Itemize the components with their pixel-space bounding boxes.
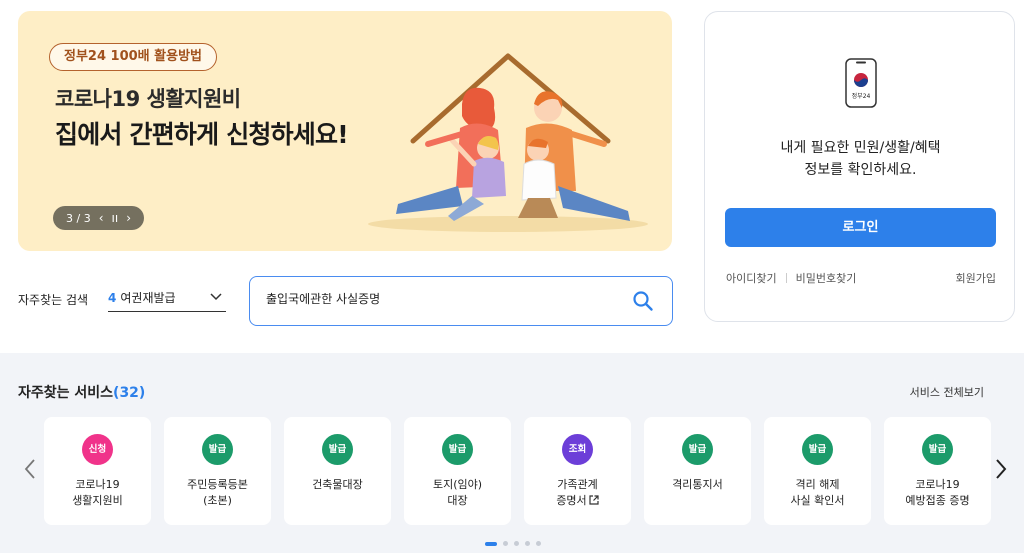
- service-card-land-register[interactable]: 발급 토지(임야) 대장: [404, 417, 511, 525]
- carousel-dot[interactable]: [514, 541, 519, 546]
- select-value: 여권재발급: [120, 291, 176, 305]
- carousel-dot[interactable]: [525, 541, 530, 546]
- service-label: 주민등록등본 (초본): [187, 478, 248, 507]
- service-card-quarantine-release[interactable]: 발급 격리 해제 사실 확인서: [764, 417, 871, 525]
- service-badge: 발급: [922, 434, 953, 465]
- chevron-right-icon[interactable]: ›: [126, 211, 131, 225]
- login-description: 내게 필요한 민원/생활/혜택 정보를 확인하세요.: [705, 137, 1016, 181]
- login-desc-line2: 정보를 확인하세요.: [804, 162, 917, 178]
- service-label: 격리통지서: [672, 478, 723, 491]
- search-icon[interactable]: [632, 290, 654, 312]
- service-label: 토지(임야) 대장: [432, 478, 483, 507]
- service-badge: 발급: [202, 434, 233, 465]
- signup-link[interactable]: 회원가입: [956, 270, 996, 286]
- external-link-icon: [589, 495, 599, 505]
- find-password-link[interactable]: 비밀번호찾기: [796, 270, 857, 286]
- search-box: [249, 276, 673, 326]
- login-desc-line1: 내게 필요한 민원/생활/혜택: [780, 140, 941, 156]
- banner-tag: 정부24 100배 활용방법: [49, 43, 217, 71]
- login-panel: 정부24 내게 필요한 민원/생활/혜택 정보를 확인하세요. 로그인 아이디찾…: [704, 11, 1015, 322]
- service-badge: 신청: [82, 434, 113, 465]
- service-badge: 발급: [322, 434, 353, 465]
- link-divider: [785, 273, 787, 283]
- view-all-services-link[interactable]: 서비스 전체보기: [910, 384, 984, 400]
- service-label: 격리 해제 사실 확인서: [790, 478, 845, 507]
- service-label: 코로나19 생활지원비: [72, 478, 123, 507]
- carousel-prev-icon[interactable]: [22, 458, 38, 480]
- service-card-building-register[interactable]: 발급 건축물대장: [284, 417, 391, 525]
- carousel-dot-active[interactable]: [485, 541, 497, 546]
- promo-banner[interactable]: 정부24 100배 활용방법 코로나19 생활지원비 집에서 간편하게 신청하세…: [18, 11, 672, 251]
- service-label: 코로나19 예방접종 증명: [905, 478, 970, 507]
- banner-title-line2: 집에서 간편하게 신청하세요!: [55, 120, 349, 149]
- services-count: (32): [113, 385, 146, 401]
- carousel-next-icon[interactable]: [993, 458, 1009, 480]
- banner-pager-text: 3 / 3: [66, 211, 91, 225]
- banner-pager-control: 3 / 3 ‹ ıı ›: [53, 206, 144, 230]
- frequent-search-label: 자주찾는 검색: [18, 293, 89, 307]
- login-button[interactable]: 로그인: [725, 208, 996, 247]
- service-badge: 발급: [682, 434, 713, 465]
- login-links: 아이디찾기 비밀번호찾기 회원가입: [726, 270, 996, 286]
- service-cards: 신청 코로나19 생활지원비 발급 주민등록등본 (초본) 발급 건축물대장 발…: [44, 417, 991, 525]
- service-label: 가족관계 증명서: [528, 477, 627, 509]
- frequent-services-section: 자주찾는 서비스(32) 서비스 전체보기 신청 코로나19 생활지원비 발급 …: [0, 353, 1024, 553]
- search-input[interactable]: [266, 291, 606, 305]
- chevron-down-icon: [210, 293, 222, 301]
- carousel-dot[interactable]: [503, 541, 508, 546]
- chevron-left-icon[interactable]: ‹: [99, 211, 104, 225]
- services-title: 자주찾는 서비스(32): [18, 382, 145, 402]
- frequent-search-select[interactable]: 4 여권재발급: [108, 285, 226, 312]
- carousel-dot[interactable]: [536, 541, 541, 546]
- pause-icon[interactable]: ıı: [112, 211, 119, 225]
- service-card-vaccination-certificate[interactable]: 발급 코로나19 예방접종 증명: [884, 417, 991, 525]
- carousel-pagination: [485, 541, 541, 546]
- select-rank: 4: [108, 291, 117, 305]
- service-card-covid-support[interactable]: 신청 코로나19 생활지원비: [44, 417, 151, 525]
- family-house-illustration: [368, 53, 648, 232]
- services-title-text: 자주찾는 서비스: [18, 385, 114, 401]
- banner-title-line1: 코로나19 생활지원비: [55, 87, 241, 111]
- find-id-link[interactable]: 아이디찾기: [726, 270, 777, 286]
- service-badge: 조회: [562, 434, 593, 465]
- gov24-phone-icon: 정부24: [845, 58, 877, 108]
- service-label: 건축물대장: [312, 478, 363, 491]
- service-card-family-certificate[interactable]: 조회 가족관계 증명서: [524, 417, 631, 525]
- service-card-quarantine-notice[interactable]: 발급 격리통지서: [644, 417, 751, 525]
- service-badge: 발급: [442, 434, 473, 465]
- service-badge: 발급: [802, 434, 833, 465]
- phone-icon-label: 정부24: [852, 93, 871, 100]
- service-card-resident-registration[interactable]: 발급 주민등록등본 (초본): [164, 417, 271, 525]
